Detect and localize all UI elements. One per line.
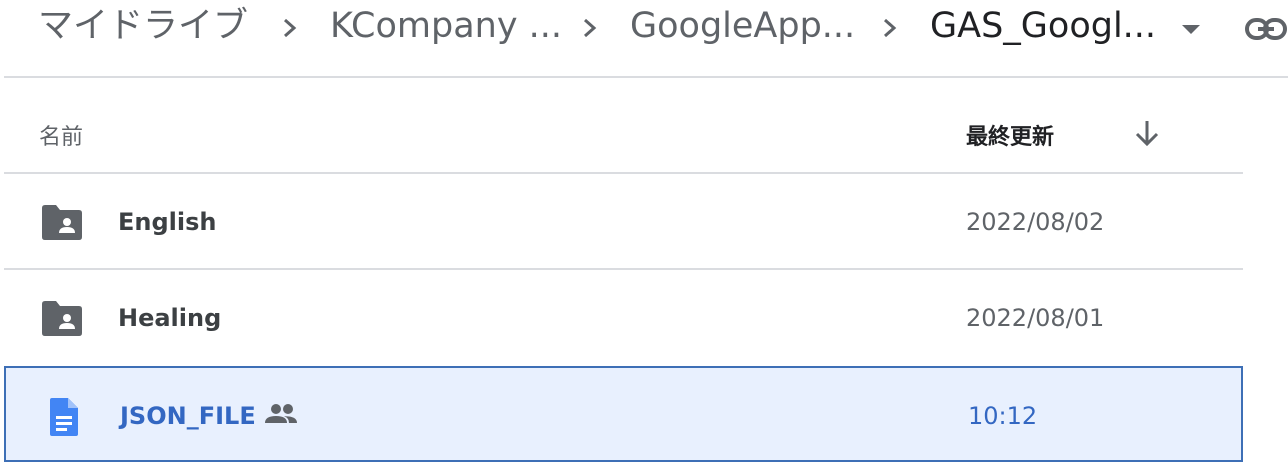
breadcrumb: マイドライブ KCompany ... GoogleApp... GAS_Goo… [0,0,1288,76]
file-row-english[interactable]: English 2022/08/02 [4,172,1243,267]
shared-people-icon [265,404,297,423]
breadcrumb-item-googleapp[interactable]: GoogleApp... [630,6,855,46]
breadcrumb-item-kcompany[interactable]: KCompany ... [330,6,562,46]
chevron-right-icon [884,18,897,38]
column-header-row: 名前 最終更新 [4,78,1243,172]
file-row-json-file[interactable]: JSON_FILE 10:12 [4,366,1243,462]
file-modified-date: 10:12 [968,402,1038,430]
column-header-name[interactable]: 名前 [39,119,83,151]
google-doc-icon [50,398,78,436]
shared-folder-icon [42,301,82,336]
file-name: English [118,208,217,236]
chevron-right-icon [584,18,597,38]
arrow-down-icon[interactable] [1132,118,1162,148]
file-row-healing[interactable]: Healing 2022/08/01 [4,268,1243,363]
link-icon[interactable] [1244,14,1288,44]
file-name: JSON_FILE [120,402,256,430]
column-header-last-modified[interactable]: 最終更新 [966,119,1054,151]
file-modified-date: 2022/08/01 [966,304,1105,332]
breadcrumb-item-current-folder[interactable]: GAS_Googl... [930,6,1156,46]
chevron-right-icon [284,18,297,38]
file-name: Healing [118,304,222,332]
breadcrumb-item-my-drive[interactable]: マイドライブ [38,6,248,46]
dropdown-arrow-icon[interactable] [1180,20,1202,38]
file-modified-date: 2022/08/02 [966,208,1105,236]
shared-folder-icon [42,205,82,240]
